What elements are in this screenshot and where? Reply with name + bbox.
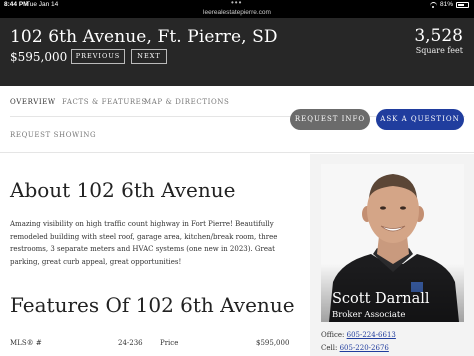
tab-facts-features[interactable]: FACTS & FEATURES — [62, 98, 147, 106]
tab-map-directions[interactable]: MAP & DIRECTIONS — [144, 98, 229, 106]
status-time: 8:44 PM — [4, 1, 29, 8]
listing-tabs: OVERVIEW FACTS & FEATURES MAP & DIRECTIO… — [0, 86, 474, 153]
listing-title: 102 6th Avenue, Ft. Pierre, SD — [10, 27, 278, 47]
agent-name: Scott Darnall — [332, 291, 430, 307]
square-feet-value: 3,528 — [414, 26, 463, 46]
office-label: Office: — [321, 331, 345, 339]
battery-percent: 81% — [439, 1, 453, 8]
agent-cell-contact: Cell: 605-220-2676 — [321, 344, 389, 352]
cell-phone-link[interactable]: 605-220-2676 — [340, 344, 389, 352]
status-date: Tue Jan 14 — [26, 1, 59, 8]
battery-icon — [456, 1, 469, 8]
about-heading: About 102 6th Avenue — [10, 178, 236, 202]
mls-value: 24-236 — [118, 339, 143, 347]
tab-request-showing[interactable]: REQUEST SHOWING — [10, 131, 96, 139]
listing-header: 102 6th Avenue, Ft. Pierre, SD $595,000 … — [0, 18, 474, 86]
price-label: Price — [160, 339, 179, 347]
agent-office-contact: Office: 605-224-6613 — [321, 331, 396, 339]
square-feet-label: Square feet — [415, 46, 463, 55]
about-description: Amazing visibility on high traffic count… — [10, 220, 278, 266]
features-heading: Features Of 102 6th Avenue — [10, 293, 295, 317]
address-bar-url[interactable]: leerealestatepierre.com — [0, 9, 474, 16]
request-info-button[interactable]: REQUEST INFO — [290, 109, 370, 130]
listing-content: About 102 6th Avenue Amazing visibility … — [0, 154, 310, 356]
status-bar: 8:44 PM Tue Jan 14 ••• leerealestatepier… — [0, 0, 474, 18]
mls-label: MLS® # — [10, 339, 42, 347]
agent-role: Broker Associate — [332, 310, 406, 320]
price-value: $595,000 — [256, 339, 290, 347]
agent-photo[interactable]: Scott Darnall Broker Associate — [321, 164, 464, 322]
wifi-icon — [429, 1, 437, 8]
agent-card: Scott Darnall Broker Associate Office: 6… — [310, 154, 474, 356]
next-button[interactable]: NEXT — [131, 49, 167, 64]
previous-button[interactable]: PREVIOUS — [71, 49, 125, 64]
status-indicators: 81% — [429, 1, 469, 8]
tab-overview[interactable]: OVERVIEW — [10, 98, 56, 106]
more-dots-icon[interactable]: ••• — [231, 0, 242, 7]
listing-price: $595,000 — [10, 50, 68, 64]
office-phone-link[interactable]: 605-224-6613 — [347, 331, 396, 339]
cell-label: Cell: — [321, 344, 338, 352]
ask-question-button[interactable]: ASK A QUESTION — [376, 109, 464, 130]
